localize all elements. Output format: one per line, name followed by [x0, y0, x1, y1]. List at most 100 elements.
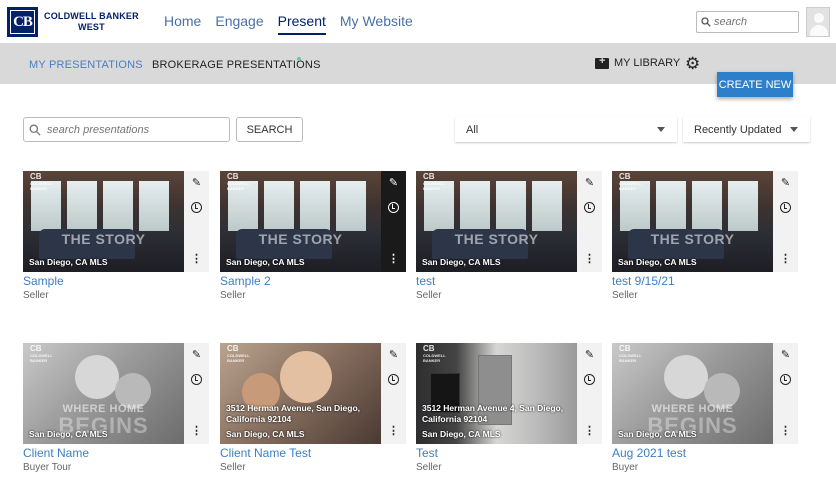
- presentation-search-input[interactable]: [47, 123, 217, 136]
- coldwell-banker-logo: CB COLDWELL BANKER: [423, 172, 446, 192]
- avatar[interactable]: [806, 7, 830, 37]
- clock-icon[interactable]: [381, 374, 406, 388]
- mls-label: San Diego, CA MLS: [422, 429, 501, 439]
- property-address: 3512 Herman Avenue 4, San Diego, Califor…: [422, 403, 564, 424]
- more-vertical-icon[interactable]: ⋮: [577, 253, 602, 265]
- presentation-thumbnail[interactable]: CB COLDWELL BANKER THE STORY San Diego, CA M…: [612, 171, 773, 272]
- chevron-down-icon: [657, 127, 665, 132]
- presentation-type: Buyer Tour: [23, 462, 72, 473]
- card-actions: ✎ ⋮: [773, 171, 798, 272]
- clock-icon[interactable]: [773, 202, 798, 216]
- type-filter-select[interactable]: All: [455, 117, 677, 142]
- card-actions: ✎ ⋮: [184, 343, 209, 444]
- presentation-card[interactable]: CB COLDWELL BANKER THE STORY San Diego, CA M…: [416, 171, 602, 272]
- more-vertical-icon[interactable]: ⋮: [381, 425, 406, 437]
- more-vertical-icon[interactable]: ⋮: [773, 425, 798, 437]
- mls-label: San Diego, CA MLS: [618, 257, 697, 267]
- create-new-button[interactable]: CREATE NEW: [717, 72, 793, 97]
- presentation-type: Seller: [416, 462, 442, 473]
- coldwell-banker-logo: CB COLDWELL BANKER: [30, 172, 53, 192]
- nav-home[interactable]: Home: [164, 13, 201, 35]
- presentation-title[interactable]: Sample: [23, 274, 64, 288]
- presentation-title[interactable]: Aug 2021 test: [612, 446, 686, 460]
- pencil-icon[interactable]: ✎: [773, 349, 798, 361]
- clock-icon[interactable]: [184, 374, 209, 388]
- search-icon: [701, 17, 711, 27]
- tab-my-presentations[interactable]: MY PRESENTATIONS: [29, 59, 143, 71]
- coldwell-banker-logo: CB COLDWELL BANKER: [30, 344, 53, 364]
- coldwell-banker-logo: CB COLDWELL BANKER: [619, 172, 642, 192]
- presentation-title[interactable]: Sample 2: [220, 274, 271, 288]
- coldwell-banker-logo: CB COLDWELL BANKER: [423, 344, 446, 364]
- pencil-icon[interactable]: ✎: [381, 349, 406, 361]
- more-vertical-icon[interactable]: ⋮: [773, 253, 798, 265]
- more-vertical-icon[interactable]: ⋮: [184, 253, 209, 265]
- presentation-thumbnail[interactable]: CB COLDWELL BANKER THE STORY San Diego, CA M…: [416, 171, 577, 272]
- property-address: 3512 Herman Avenue, San Diego, Californi…: [226, 403, 361, 424]
- tab-brokerage-presentations[interactable]: BROKERAGE PRESENTATIONS: [152, 59, 321, 71]
- pencil-icon[interactable]: ✎: [184, 177, 209, 189]
- top-navigation: CB COLDWELL BANKER WEST Home Engage Pres…: [0, 0, 836, 43]
- top-search-box[interactable]: [696, 11, 799, 33]
- presentation-card[interactable]: CB COLDWELL BANKER 3512 Herman Avenue 4, Sa…: [416, 343, 602, 444]
- presentation-type: Seller: [416, 290, 442, 301]
- chevron-down-icon: [790, 127, 798, 132]
- clock-icon[interactable]: [381, 202, 406, 216]
- search-button[interactable]: SEARCH: [236, 117, 303, 142]
- presentation-thumbnail[interactable]: CB COLDWELL BANKER THE STORY San Diego, CA M…: [23, 171, 184, 272]
- presentation-thumbnail[interactable]: CB COLDWELL BANKER THE STORY San Diego, CA M…: [220, 171, 381, 272]
- main-nav: Home Engage Present My Website: [164, 13, 427, 35]
- presentation-title[interactable]: test 9/15/21: [612, 274, 675, 288]
- sort-select[interactable]: Recently Updated: [683, 117, 810, 142]
- more-vertical-icon[interactable]: ⋮: [381, 253, 406, 265]
- sub-navigation: MY PRESENTATIONS BROKERAGE PRESENTATIONS…: [0, 43, 836, 84]
- presentation-card[interactable]: CB COLDWELL BANKER THE STORY San Diego, CA M…: [612, 171, 798, 272]
- presentation-title[interactable]: test: [416, 274, 435, 288]
- clock-icon[interactable]: [577, 202, 602, 216]
- clock-icon[interactable]: [577, 374, 602, 388]
- top-search-input[interactable]: [714, 16, 798, 28]
- thumbnail-overlay-text: THE STORY: [454, 231, 539, 247]
- presentation-type: Seller: [612, 290, 638, 301]
- pencil-icon[interactable]: ✎: [773, 177, 798, 189]
- presentation-thumbnail[interactable]: CB COLDWELL BANKER 3512 Herman Avenue, San …: [220, 343, 381, 444]
- folder-plus-icon: [595, 55, 609, 69]
- gear-icon[interactable]: ⚙: [685, 55, 700, 72]
- presentation-thumbnail[interactable]: CB COLDWELL BANKER WHERE HOME BEGINS San Dieg…: [612, 343, 773, 444]
- clock-icon[interactable]: [184, 202, 209, 216]
- thumbnail-overlay-text: THE STORY: [258, 231, 343, 247]
- presentation-type: Seller: [220, 290, 246, 301]
- brand-logo[interactable]: CB COLDWELL BANKER WEST: [7, 7, 139, 37]
- presentation-title[interactable]: Client Name: [23, 446, 89, 460]
- pencil-icon[interactable]: ✎: [381, 177, 406, 189]
- nav-present[interactable]: Present: [277, 13, 326, 35]
- presentation-search-box[interactable]: [23, 117, 230, 142]
- my-library-button[interactable]: MY LIBRARY: [595, 55, 680, 69]
- presentation-card[interactable]: CB COLDWELL BANKER WHERE HOME BEGINS San Dieg…: [612, 343, 798, 444]
- mls-label: San Diego, CA MLS: [29, 257, 108, 267]
- mls-label: San Diego, CA MLS: [226, 257, 305, 267]
- thumbnail-overlay-text: THE STORY: [650, 231, 735, 247]
- presentation-card[interactable]: CB COLDWELL BANKER WHERE HOME BEGINS San Dieg…: [23, 343, 209, 444]
- notification-dot: [297, 57, 301, 61]
- presentation-title[interactable]: Client Name Test: [220, 446, 311, 460]
- presentation-type: Seller: [220, 462, 246, 473]
- more-vertical-icon[interactable]: ⋮: [184, 425, 209, 437]
- pencil-icon[interactable]: ✎: [577, 349, 602, 361]
- presentation-card[interactable]: CB COLDWELL BANKER THE STORY San Diego, CA M…: [220, 171, 406, 272]
- presentation-type: Buyer: [612, 462, 639, 473]
- presentation-thumbnail[interactable]: CB COLDWELL BANKER WHERE HOME BEGINS San Dieg…: [23, 343, 184, 444]
- presentation-type: Seller: [23, 290, 49, 301]
- presentation-card[interactable]: CB COLDWELL BANKER 3512 Herman Avenue, San …: [220, 343, 406, 444]
- presentation-title[interactable]: Test: [416, 446, 438, 460]
- pencil-icon[interactable]: ✎: [577, 177, 602, 189]
- presentation-card[interactable]: CB COLDWELL BANKER THE STORY San Diego, CA M…: [23, 171, 209, 272]
- nav-engage[interactable]: Engage: [215, 13, 263, 35]
- clock-icon[interactable]: [773, 374, 798, 388]
- presentation-thumbnail[interactable]: CB COLDWELL BANKER 3512 Herman Avenue 4, Sa…: [416, 343, 577, 444]
- mls-label: San Diego, CA MLS: [618, 429, 697, 439]
- pencil-icon[interactable]: ✎: [184, 349, 209, 361]
- nav-my-website[interactable]: My Website: [340, 13, 413, 35]
- mls-label: San Diego, CA MLS: [422, 257, 501, 267]
- more-vertical-icon[interactable]: ⋮: [577, 425, 602, 437]
